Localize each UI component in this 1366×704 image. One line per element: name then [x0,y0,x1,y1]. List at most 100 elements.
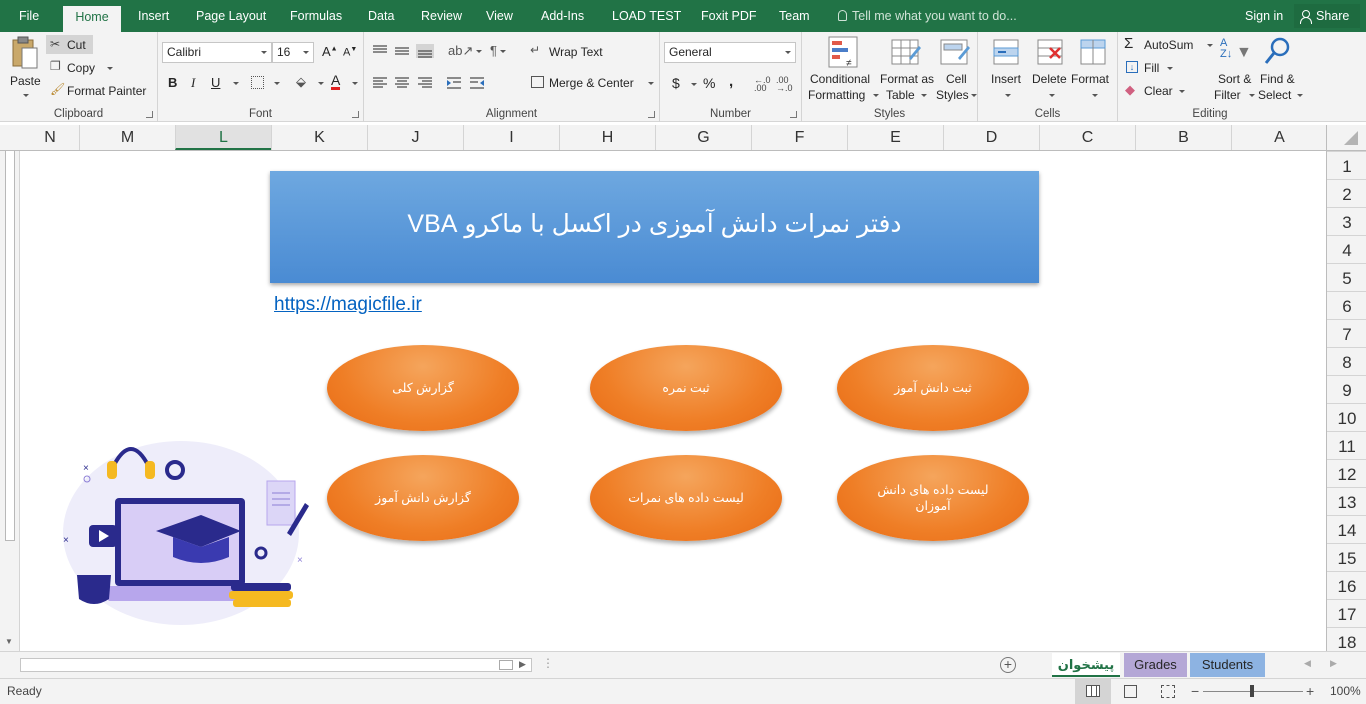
decrease-font-icon[interactable]: A▼ [343,46,357,59]
sign-in-link[interactable]: Sign in [1245,9,1283,23]
tab-view[interactable]: View [486,9,513,23]
merge-center-button[interactable]: Merge & Center [530,73,654,93]
record-student-button[interactable]: ثبت دانش آموز [837,345,1029,431]
format-painter-button[interactable]: 🖌 Format Painter [46,81,154,100]
fill-dropdown-icon[interactable] [318,82,324,85]
tab-data[interactable]: Data [368,9,394,23]
zoom-slider-thumb[interactable] [1250,685,1254,697]
insert-cells-button[interactable]: Insert [984,34,1028,104]
tab-page-layout[interactable]: Page Layout [196,9,266,23]
row-header[interactable]: 12 [1327,459,1366,487]
record-grade-button[interactable]: ثبت نمره [590,345,782,431]
font-name-select[interactable]: Calibri [162,42,272,63]
copy-button[interactable]: ❐ Copy [46,58,116,77]
cell-styles-button[interactable]: Cell Styles [934,34,978,104]
bold-button[interactable]: B [168,75,177,90]
tab-scroll-left-icon[interactable]: ◀ [1304,658,1311,669]
currency-dropdown-icon[interactable] [691,83,697,86]
comma-button[interactable]: , [729,73,733,90]
paste-button[interactable]: Paste [6,36,44,100]
column-header[interactable]: A [1231,125,1327,150]
borders-dropdown-icon[interactable] [274,82,280,85]
select-all-corner[interactable] [1326,125,1366,151]
general-report-button[interactable]: گزارش کلی [327,345,519,431]
row-header[interactable]: 9 [1327,375,1366,403]
row-header[interactable]: 4 [1327,235,1366,263]
vertical-align-icons[interactable] [372,44,436,58]
row-header[interactable]: 1 [1327,151,1366,179]
column-header[interactable]: B [1135,125,1231,150]
font-launcher-icon[interactable] [352,111,359,118]
student-report-button[interactable]: گزارش دانش آموز [327,455,519,541]
conditional-formatting-button[interactable]: ≠ Conditional Formatting [806,34,879,104]
horizontal-scroll-thumb[interactable] [499,660,513,670]
font-color-icon[interactable]: A [331,73,341,90]
format-cells-button[interactable]: Format [1071,34,1115,104]
column-header[interactable]: M [79,125,175,150]
number-format-select[interactable]: General [664,42,796,63]
sort-filter-button[interactable]: A Z↓ ▼ Sort & Filter [1214,34,1255,104]
decrease-decimal-icon[interactable]: .00 →.0 [776,76,793,93]
page-layout-view-icon[interactable] [1124,685,1137,698]
column-header[interactable]: I [463,125,559,150]
column-header[interactable]: E [847,125,943,150]
row-header[interactable]: 5 [1327,263,1366,291]
orientation-icon[interactable]: ab↗ [448,43,483,59]
row-header[interactable]: 6 [1327,291,1366,319]
underline-button[interactable]: U [211,75,220,90]
percent-button[interactable]: % [703,75,715,91]
tab-team[interactable]: Team [779,9,810,23]
alignment-launcher-icon[interactable] [648,111,655,118]
worksheet[interactable]: دفتر نمرات دانش آموزی در اکسل با ماکرو V… [21,151,1326,651]
borders-icon[interactable] [251,76,264,89]
tab-addins[interactable]: Add-Ins [541,9,584,23]
sheet-tab-dashboard[interactable]: پیشخوان [1052,653,1120,677]
indent-icons[interactable] [446,76,486,90]
students-list-button[interactable]: لیست داده های دانش آموزان [837,455,1029,541]
increase-decimal-icon[interactable]: ←.0.00 [754,76,771,93]
find-select-button[interactable]: Find & Select [1256,34,1303,104]
row-header[interactable]: 17 [1327,599,1366,627]
tab-formulas[interactable]: Formulas [290,9,342,23]
format-as-table-button[interactable]: Format as Table [878,34,934,104]
zoom-level[interactable]: 100% [1330,684,1361,698]
tab-scroll-right-icon[interactable]: ▶ [1330,658,1337,669]
increase-font-icon[interactable]: A▲ [322,44,338,59]
row-header[interactable]: 2 [1327,179,1366,207]
scroll-right-icon[interactable]: ▶ [519,659,526,670]
splitter-handle-icon[interactable]: ⋮ [542,656,554,670]
sheet-tab-grades[interactable]: Grades [1124,653,1187,677]
fill-color-icon[interactable]: ⬙ [296,74,306,90]
row-header[interactable]: 18 [1327,627,1366,651]
column-header-selected[interactable]: L [175,125,271,150]
horizontal-align-icons[interactable] [372,76,436,90]
vertical-scrollbar[interactable]: ▲ ▼ [0,125,20,651]
website-link[interactable]: https://magicfile.ir [274,294,422,316]
row-header[interactable]: 15 [1327,543,1366,571]
text-direction-icon[interactable]: ¶ [490,43,506,58]
column-header[interactable]: N [21,125,79,150]
wrap-text-button[interactable]: ↵ Wrap Text [530,42,612,62]
autosum-button[interactable]: Σ AutoSum [1124,35,1214,54]
row-header[interactable]: 8 [1327,347,1366,375]
cut-button[interactable]: ✂ Cut [46,35,93,54]
zoom-out-icon[interactable]: − [1191,683,1199,699]
row-header[interactable]: 16 [1327,571,1366,599]
font-color-dropdown-icon[interactable] [352,82,358,85]
column-header[interactable]: C [1039,125,1135,150]
column-header[interactable]: J [367,125,463,150]
delete-cells-button[interactable]: Delete [1028,34,1072,104]
scroll-down-icon[interactable]: ▼ [5,637,13,646]
page-break-view-icon[interactable] [1161,685,1175,698]
italic-button[interactable]: I [191,75,195,91]
sheet-tab-students[interactable]: Students [1190,653,1265,677]
column-header[interactable]: H [559,125,655,150]
tab-file[interactable]: File [19,9,39,23]
grades-list-button[interactable]: لیست داده های نمرات [590,455,782,541]
number-launcher-icon[interactable] [790,111,797,118]
tab-insert[interactable]: Insert [138,9,169,23]
row-header[interactable]: 7 [1327,319,1366,347]
horizontal-scrollbar[interactable]: ▶ [20,658,532,672]
tab-review[interactable]: Review [421,9,462,23]
font-size-select[interactable]: 16 [272,42,314,63]
